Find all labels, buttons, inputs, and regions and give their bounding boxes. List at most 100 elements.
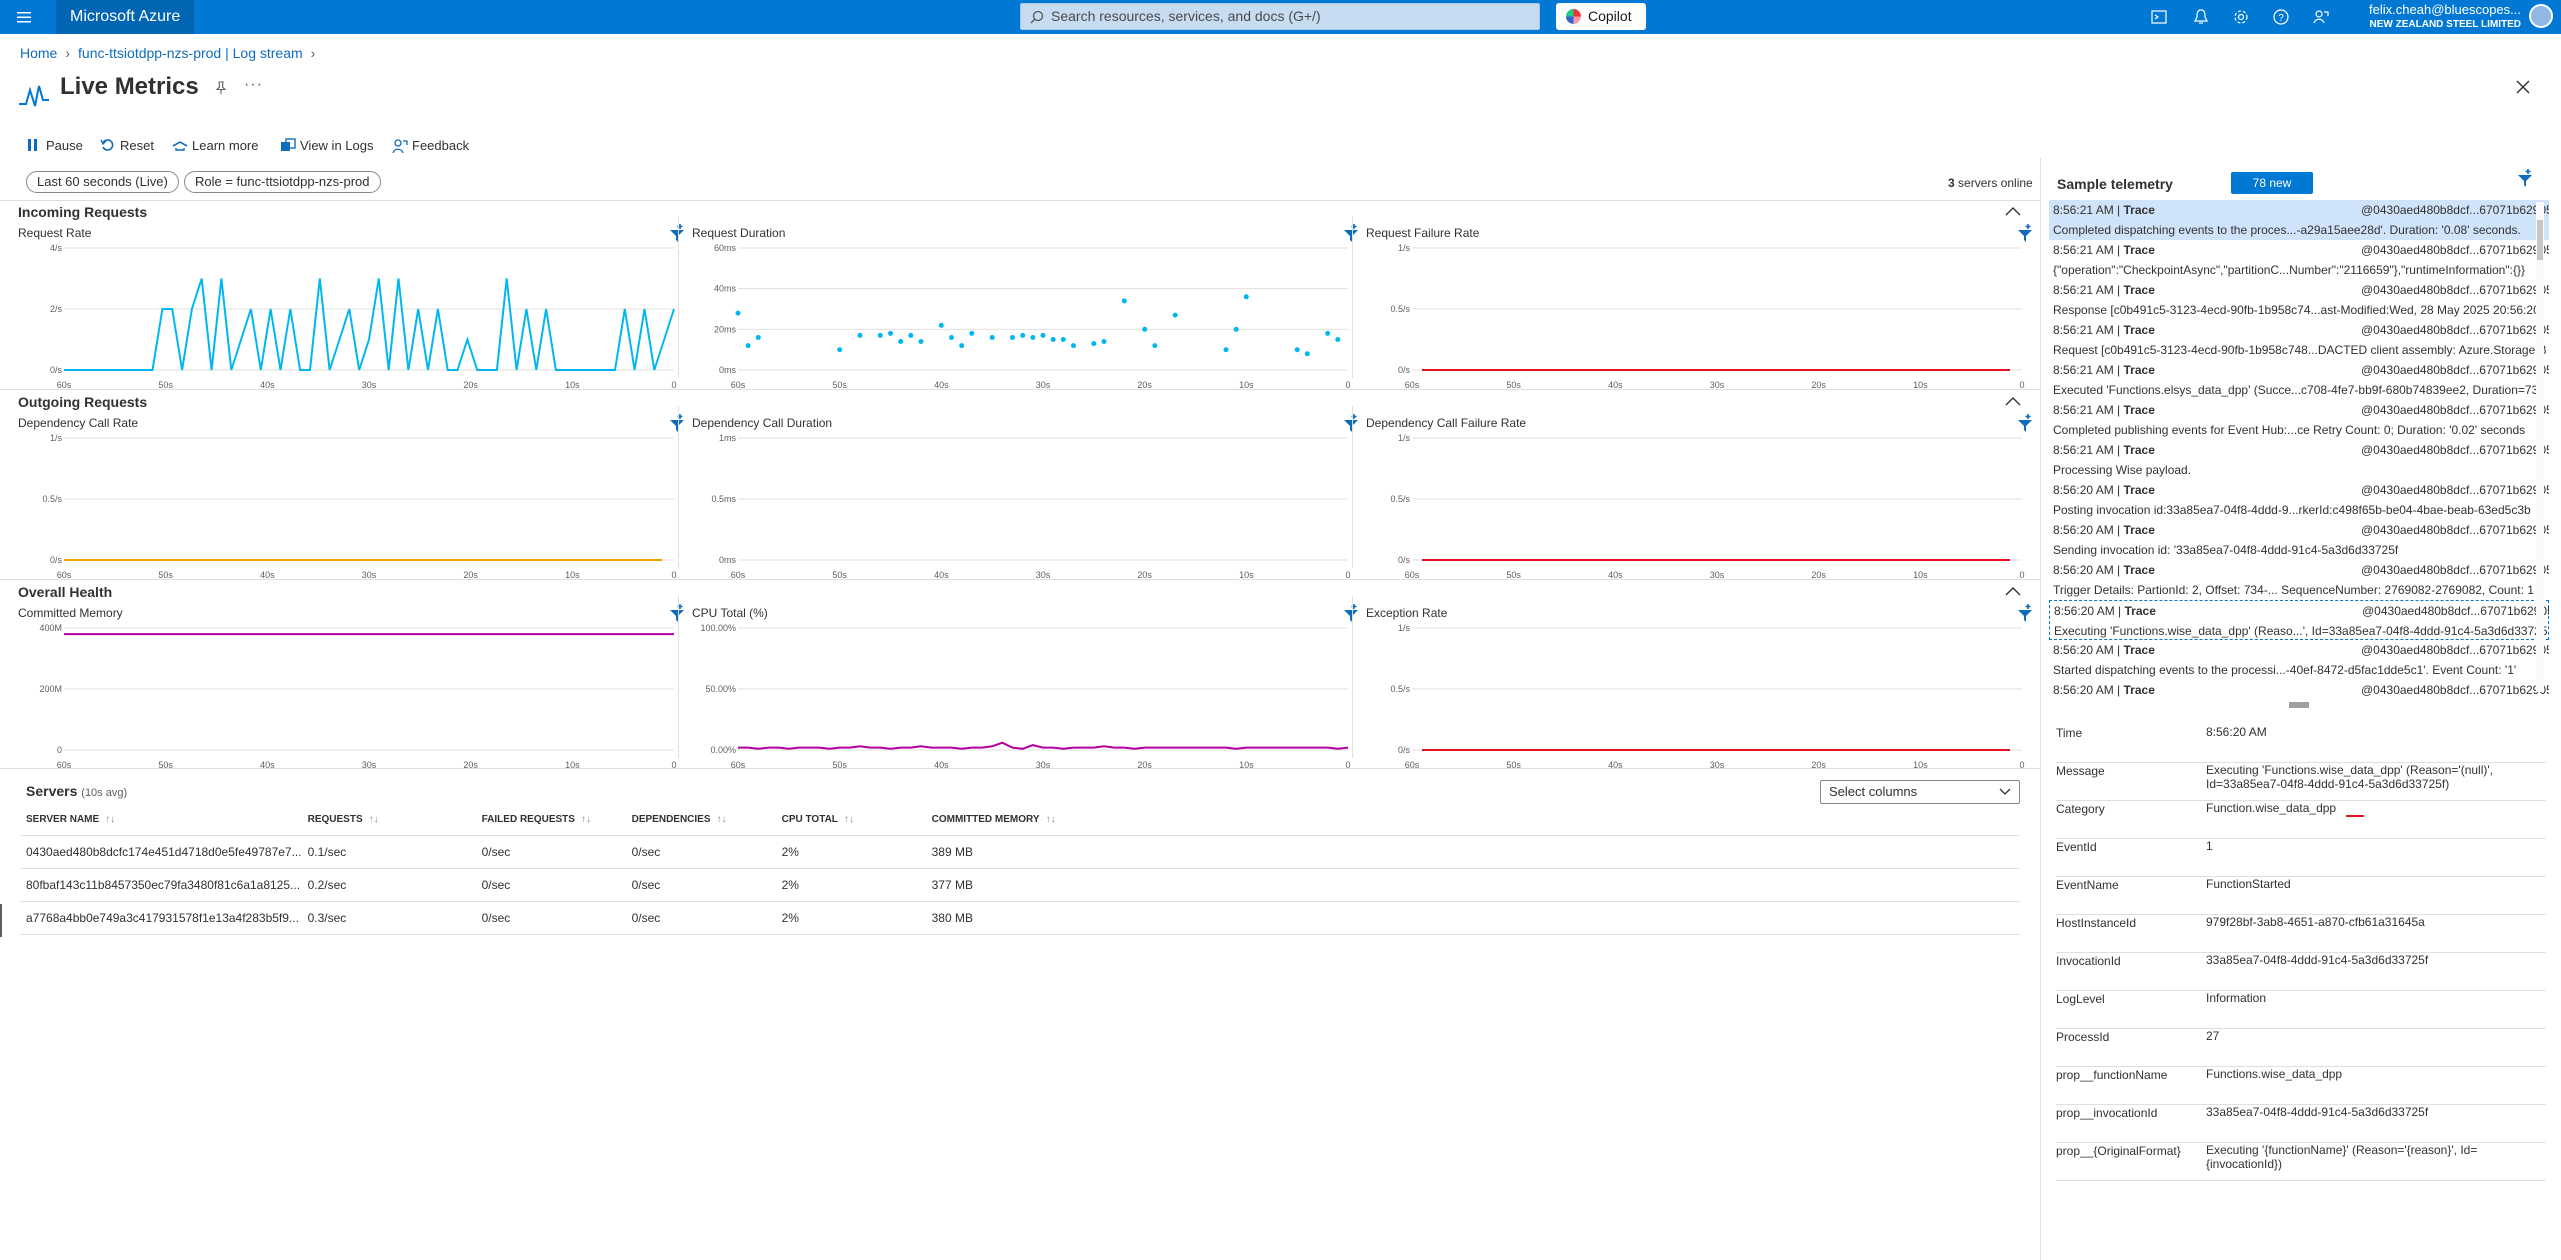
panel-resize-handle[interactable] — [2289, 702, 2309, 708]
settings-gear-icon[interactable] — [2232, 8, 2250, 26]
separator: | — [2113, 523, 2124, 537]
sort-icon[interactable]: ↑↓ — [844, 814, 854, 825]
servers-online-indicator: 3 servers online — [1948, 176, 2033, 190]
chart-dependency-call-failure-rate: Dependency Call Failure Rate 1/s 0.5/s 0/s 6… — [1366, 414, 2032, 591]
learn-more-button[interactable]: Learn more — [172, 136, 258, 156]
list-item[interactable]: 8:56:21 AM | Trace @0430aed480b8dcf...670… — [2049, 240, 2549, 280]
list-item[interactable]: 8:56:20 AM | Trace @0430aed480b8dcf...670… — [2049, 560, 2549, 600]
filter-icon[interactable] — [666, 602, 688, 624]
select-columns-dropdown[interactable]: Select columns — [1820, 780, 2020, 804]
x-tick-label: 10s — [565, 380, 580, 390]
filter-icon[interactable] — [2514, 167, 2536, 189]
list-item[interactable]: 8:56:20 AM | Trace @0430aed480b8dcf...670… — [2049, 480, 2549, 520]
x-tick-label: 10s — [1913, 760, 1928, 770]
reset-button[interactable]: Reset — [100, 136, 154, 156]
pin-icon[interactable] — [213, 80, 229, 96]
view-in-logs-button[interactable]: View in Logs — [280, 136, 373, 156]
telemetry-scrollbar[interactable] — [2536, 202, 2544, 692]
column-header[interactable]: DEPENDENCIES ↑↓ — [625, 805, 776, 836]
list-item[interactable]: 8:56:21 AM | Trace @0430aed480b8dcf...670… — [2049, 320, 2549, 360]
sort-icon[interactable]: ↑↓ — [717, 814, 727, 825]
role-filter[interactable]: Role = func-ttsiotdpp-nzs-prod — [184, 171, 381, 193]
detail-value: 979f28bf-3ab8-4651-a870-cfb61a31645a — [2206, 915, 2425, 929]
new-items-badge[interactable]: 78 new — [2231, 172, 2313, 194]
y-tick-label: 0ms — [719, 365, 737, 375]
table-row[interactable]: a7768a4bb0e749a3c417931578f1e13a4f283b5f… — [20, 901, 2020, 935]
copilot-label: Copilot — [1588, 8, 1632, 24]
list-item[interactable]: 8:56:20 AM | Trace @0430aed480b8dcf...670… — [2049, 600, 2549, 640]
feedback-button[interactable]: Feedback — [392, 136, 469, 156]
chart-plot: 100.00% 50.00% 0.00% 60s 50s 40s 30s 20s 10s 0 — [700, 623, 1350, 770]
filter-icon[interactable] — [666, 222, 688, 244]
x-tick-label: 40s — [1608, 570, 1623, 580]
column-header[interactable]: REQUESTS ↑↓ — [301, 805, 476, 836]
telemetry-source: @0430aed480b8dcf...67071b6290542b8 — [2361, 523, 2549, 537]
copilot-button[interactable]: Copilot — [1556, 3, 1646, 30]
avatar[interactable] — [2529, 4, 2553, 28]
data-point — [969, 330, 975, 336]
x-tick-label: 10s — [565, 570, 580, 580]
filter-icon[interactable] — [666, 412, 688, 434]
separator: | — [2114, 604, 2125, 618]
list-item[interactable]: 8:56:21 AM | Trace @0430aed480b8dcf...670… — [2049, 200, 2549, 240]
servers-subtitle: (10s avg) — [81, 787, 128, 799]
learn-more-icon — [172, 141, 188, 151]
table-row[interactable]: 0430aed480b8dcfc174e451d4718d0e5fe49787e… — [20, 835, 2020, 869]
telemetry-header: 8:56:20 AM | Trace — [2053, 563, 2155, 577]
reset-icon — [100, 139, 114, 151]
x-tick-label: 50s — [1506, 570, 1521, 580]
x-tick-label: 0 — [671, 760, 676, 770]
list-item[interactable]: 8:56:20 AM | Trace @0430aed480b8dcf...670… — [2049, 640, 2549, 680]
list-item[interactable]: 8:56:21 AM | Trace @0430aed480b8dcf...670… — [2049, 400, 2549, 440]
global-search-input[interactable]: Search resources, services, and docs (G+… — [1020, 3, 1540, 30]
column-header[interactable]: SERVER NAME ↑↓ — [20, 805, 302, 836]
sort-icon[interactable]: ↑↓ — [581, 814, 591, 825]
more-options-icon[interactable]: ··· — [244, 76, 263, 94]
filter-icon[interactable] — [1340, 222, 1362, 244]
list-item[interactable]: 8:56:20 AM | Trace @0430aed480b8dcf...670… — [2049, 520, 2549, 560]
x-tick-label: 50s — [158, 380, 173, 390]
filter-icon[interactable] — [1340, 602, 1362, 624]
brand-link[interactable]: Microsoft Azure — [56, 0, 195, 34]
telemetry-message: Started dispatching events to the proces… — [2053, 663, 2517, 677]
sort-icon[interactable]: ↑↓ — [369, 814, 379, 825]
x-tick-label: 20s — [1137, 380, 1152, 390]
help-icon[interactable]: ? — [2272, 8, 2290, 26]
chevron-up-icon[interactable] — [2005, 206, 2021, 216]
table-cell: 377 MB — [925, 868, 1066, 902]
filter-icon[interactable] — [2014, 222, 2036, 244]
time-range-filter[interactable]: Last 60 seconds (Live) — [26, 171, 179, 193]
list-item[interactable]: 8:56:20 AM | Trace @0430aed480b8dcf...670… — [2049, 680, 2549, 700]
table-row[interactable]: 80fbaf143c11b8457350ec79fa3480f81c6a1a81… — [20, 868, 2020, 902]
y-tick-label: 0.5/s — [1390, 304, 1410, 314]
close-icon[interactable] — [2514, 78, 2532, 96]
x-tick-label: 30s — [1710, 380, 1725, 390]
feedback-label: Feedback — [412, 138, 470, 153]
data-point — [1060, 337, 1066, 342]
sort-icon[interactable]: ↑↓ — [1046, 814, 1056, 825]
list-item[interactable]: 8:56:21 AM | Trace @0430aed480b8dcf...670… — [2049, 280, 2549, 320]
cloud-shell-icon[interactable] — [2150, 8, 2168, 26]
list-item[interactable]: 8:56:21 AM | Trace @0430aed480b8dcf...670… — [2049, 360, 2549, 400]
column-header[interactable]: FAILED REQUESTS ↑↓ — [475, 805, 626, 836]
pause-button[interactable]: Pause — [26, 136, 83, 156]
column-header[interactable]: CPU TOTAL ↑↓ — [775, 805, 926, 836]
telemetry-message: Executing 'Functions.wise_data_dpp' (Rea… — [2054, 624, 2548, 638]
menu-icon[interactable] — [14, 7, 34, 27]
filter-icon[interactable] — [1340, 412, 1362, 434]
filter-icon[interactable] — [2014, 602, 2036, 624]
feedback-icon[interactable] — [2312, 8, 2330, 26]
column-header[interactable]: COMMITTED MEMORY ↑↓ — [925, 805, 1066, 836]
detail-value: 33a85ea7-04f8-4ddd-91c4-5a3d6d33725f — [2206, 953, 2429, 967]
filter-icon[interactable] — [2014, 412, 2036, 434]
breadcrumb-log-stream[interactable]: func-ttsiotdpp-nzs-prod | Log stream — [78, 45, 303, 61]
data-point — [918, 339, 924, 344]
detail-key: LogLevel — [2056, 992, 2105, 1006]
breadcrumb-home[interactable]: Home — [20, 45, 57, 61]
x-tick-label: 30s — [1036, 380, 1051, 390]
list-item[interactable]: 8:56:21 AM | Trace @0430aed480b8dcf...670… — [2049, 440, 2549, 480]
scrollbar-thumb[interactable] — [2537, 220, 2543, 260]
sort-icon[interactable]: ↑↓ — [105, 814, 115, 825]
notifications-bell-icon[interactable] — [2192, 8, 2210, 26]
account-info[interactable]: felix.cheah@bluescopes... NEW ZEALAND ST… — [2369, 2, 2521, 32]
